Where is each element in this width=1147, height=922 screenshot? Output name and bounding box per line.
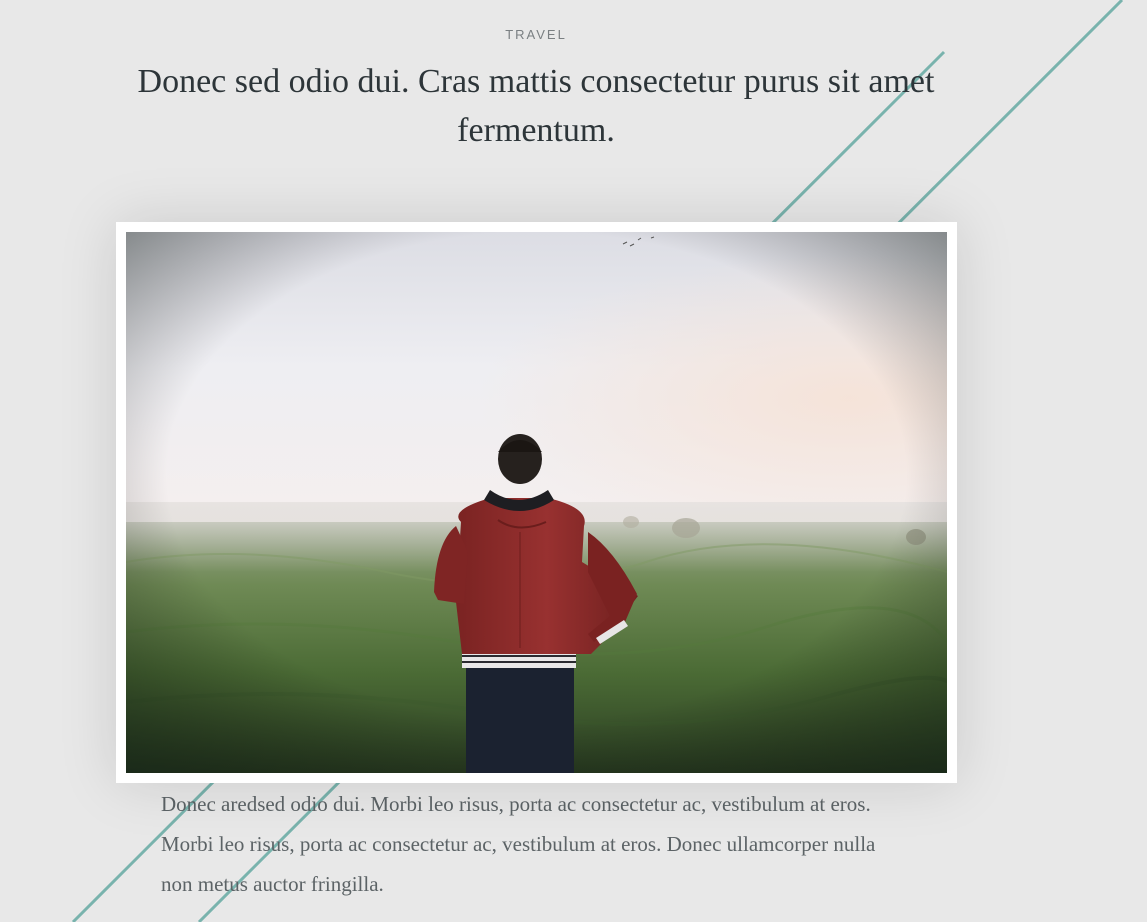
article-title[interactable]: Donec sed odio dui. Cras mattis consecte…: [136, 57, 936, 155]
article-category[interactable]: TRAVEL: [0, 27, 1072, 42]
article-body: Donec aredsed odio dui. Morbi leo risus,…: [161, 792, 876, 896]
featured-image-frame: [116, 222, 957, 783]
featured-image: [126, 232, 947, 773]
